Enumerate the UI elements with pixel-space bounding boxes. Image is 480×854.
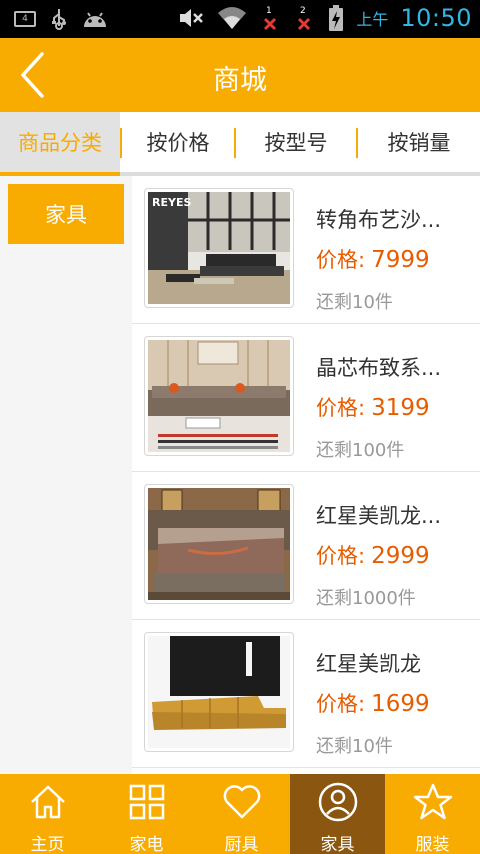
svg-text:1: 1 xyxy=(266,6,272,16)
home-icon xyxy=(28,782,68,822)
category-item-furniture[interactable]: 家具 xyxy=(8,184,124,244)
product-image: REYES xyxy=(144,188,294,308)
nav-item-kitchen[interactable]: 厨具 xyxy=(194,774,289,854)
product-price: 价格: 3199 xyxy=(316,392,430,422)
bottom-nav: 主页 家电 厨具 家具 服装 xyxy=(0,774,480,854)
product-name: 红星美凯龙 xyxy=(316,652,421,676)
sofa-room-image: REYES xyxy=(148,192,290,304)
status-bar: 4 1 2 上午 10:50 xyxy=(0,0,480,38)
brand-logo: REYES xyxy=(152,196,191,209)
nav-label: 厨具 xyxy=(224,835,259,854)
price-label: 价格: xyxy=(316,544,366,568)
nav-label: 家具 xyxy=(320,835,355,854)
usb-icon xyxy=(52,9,66,30)
price-value: 2999 xyxy=(371,543,430,569)
battery-charging-icon xyxy=(329,5,344,31)
product-stock: 还剩100件 xyxy=(316,440,405,461)
tab-sales[interactable]: 按销量 xyxy=(358,112,480,172)
nav-label: 服装 xyxy=(415,835,450,854)
product-image xyxy=(144,484,294,604)
tab-category[interactable]: 商品分类 xyxy=(0,112,120,176)
status-ampm: 上午 xyxy=(356,10,389,29)
product-stock: 还剩1000件 xyxy=(316,588,416,609)
product-list[interactable]: REYES 转角布艺沙... 价格: 7999 还剩10件 晶芯布致系... 价… xyxy=(132,176,480,774)
app-header: 商城 xyxy=(0,38,480,112)
price-value: 1699 xyxy=(371,691,430,717)
nav-item-appliances[interactable]: 家电 xyxy=(99,774,194,854)
sort-tabs: 商品分类 按价格 按型号 按销量 xyxy=(0,112,480,176)
category-sidebar: 家具 xyxy=(0,176,132,774)
product-item[interactable]: REYES 转角布艺沙... 价格: 7999 还剩10件 xyxy=(132,176,480,324)
nav-item-furniture[interactable]: 家具 xyxy=(290,774,385,854)
price-value: 3199 xyxy=(371,395,430,421)
grid-icon xyxy=(127,782,167,822)
bed-image xyxy=(148,488,290,600)
price-label: 价格: xyxy=(316,692,366,716)
product-item[interactable]: 红星美凯龙 价格: 1699 还剩10件 xyxy=(132,620,480,768)
product-stock: 还剩10件 xyxy=(316,736,393,757)
tab-price[interactable]: 按价格 xyxy=(122,112,234,172)
wifi-icon xyxy=(218,7,247,29)
sofa-living-room-image xyxy=(148,340,290,452)
signal-sim1-icon: 1 xyxy=(264,6,277,31)
product-image xyxy=(144,336,294,456)
heart-icon xyxy=(222,782,262,822)
price-label: 价格: xyxy=(316,248,366,272)
mute-icon xyxy=(180,9,204,27)
nav-label: 主页 xyxy=(30,835,65,854)
product-image xyxy=(144,632,294,752)
product-price: 价格: 1699 xyxy=(316,688,430,718)
status-time: 10:50 xyxy=(400,4,472,32)
leather-sofa-image xyxy=(148,636,290,748)
notification-count-icon: 4 xyxy=(14,11,36,27)
product-price: 价格: 2999 xyxy=(316,540,430,570)
nav-item-clothing[interactable]: 服装 xyxy=(385,774,480,854)
android-debug-icon xyxy=(84,12,106,27)
star-icon xyxy=(413,782,453,822)
tab-model[interactable]: 按型号 xyxy=(236,112,356,172)
user-icon xyxy=(318,782,358,822)
product-name: 转角布艺沙... xyxy=(316,208,442,232)
signal-sim2-icon: 2 xyxy=(298,6,311,31)
product-item[interactable]: 红星美凯龙... 价格: 2999 还剩1000件 xyxy=(132,472,480,620)
product-price: 价格: 7999 xyxy=(316,244,430,274)
product-name: 晶芯布致系... xyxy=(316,356,442,380)
nav-label: 家电 xyxy=(129,835,164,854)
product-name: 红星美凯龙... xyxy=(316,504,442,528)
svg-text:2: 2 xyxy=(300,6,306,16)
page-title: 商城 xyxy=(213,65,267,96)
product-item[interactable]: 晶芯布致系... 价格: 3199 还剩100件 xyxy=(132,324,480,472)
price-label: 价格: xyxy=(316,396,366,420)
price-value: 7999 xyxy=(371,247,430,273)
nav-item-home[interactable]: 主页 xyxy=(0,774,95,854)
product-stock: 还剩10件 xyxy=(316,292,393,313)
